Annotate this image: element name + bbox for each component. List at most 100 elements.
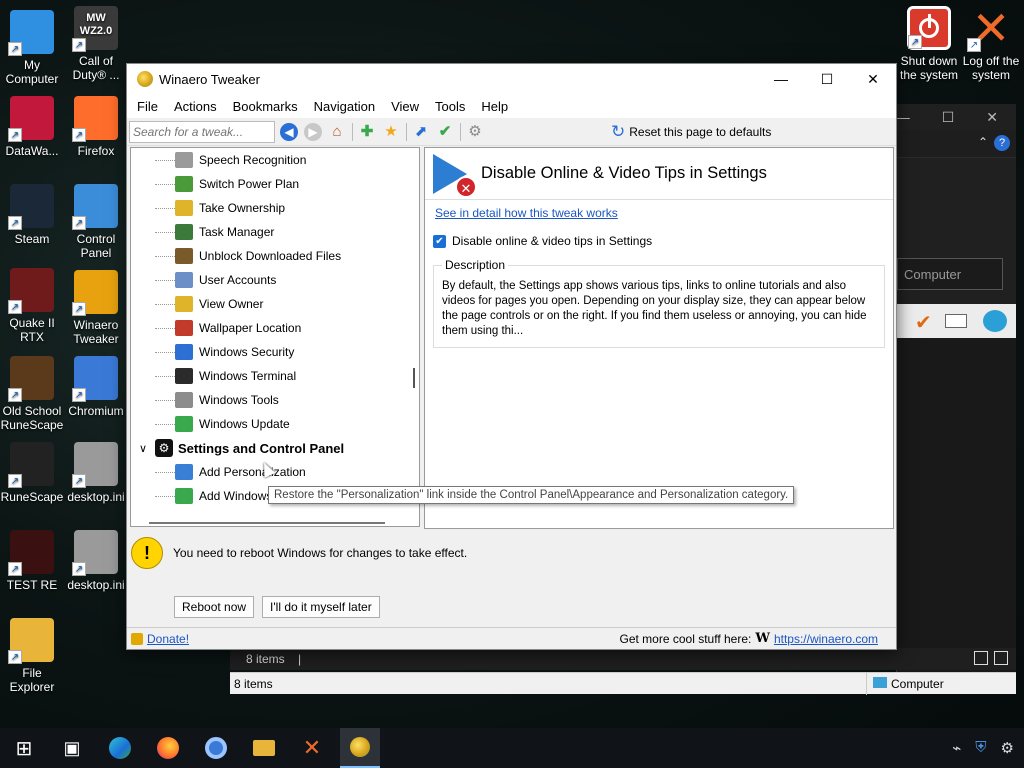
- add-bookmark-icon[interactable]: ✚: [357, 122, 377, 142]
- desktop-icon-label: Shut down the system: [899, 54, 959, 82]
- tree-item[interactable]: User Accounts: [155, 268, 277, 292]
- close-icon[interactable]: ✕: [986, 109, 998, 126]
- logoff-taskbar-icon[interactable]: ✕: [292, 728, 332, 768]
- tree-item[interactable]: Windows Tools: [155, 388, 279, 412]
- desktop-icon-logoff[interactable]: ✕ ↗ Log off the system: [960, 5, 1022, 82]
- tree-item[interactable]: Wallpaper Location: [155, 316, 301, 340]
- tree-item[interactable]: Add Personalization: [155, 460, 306, 484]
- tree-item[interactable]: Add Windows: [155, 484, 273, 508]
- desktop-icon[interactable]: ↗ desktop.ini: [64, 530, 128, 592]
- shortcut-arrow-icon: ↗: [72, 562, 86, 576]
- forward-icon[interactable]: ▶: [303, 122, 323, 142]
- checkmark-icon[interactable]: ✔: [915, 310, 932, 335]
- desktop-icon[interactable]: MW WZ2.0 ↗ Call of Duty® ...: [64, 6, 128, 82]
- star-icon[interactable]: ★: [381, 122, 401, 142]
- edge-icon[interactable]: [100, 728, 140, 768]
- desktop-icon[interactable]: ↗ Old School RuneScape: [0, 356, 64, 432]
- app-shortcut-icon: MW WZ2.0 ↗: [72, 6, 118, 52]
- tree-item-label: User Accounts: [199, 273, 277, 287]
- security-icon[interactable]: ⛨: [975, 739, 986, 757]
- settings-icon[interactable]: ⚙: [1001, 739, 1014, 757]
- reboot-now-button[interactable]: Reboot now: [174, 596, 255, 618]
- tree-item-label: Windows Update: [199, 417, 290, 431]
- maximize-icon[interactable]: ☐: [942, 109, 955, 126]
- checkbox-checked-icon[interactable]: ✔: [433, 234, 446, 248]
- desktop-icon[interactable]: ↗ Firefox: [64, 96, 128, 158]
- reboot-later-button[interactable]: I'll do it myself later: [262, 596, 380, 618]
- tree-horizontal-scrollbar[interactable]: [149, 522, 385, 524]
- winaero-link[interactable]: https://winaero.com: [774, 632, 878, 646]
- network-off-icon[interactable]: ⌁: [952, 739, 961, 757]
- reset-page-button[interactable]: ↻ Reset this page to defaults: [611, 122, 771, 142]
- desktop-icon[interactable]: ↗ Chromium: [64, 356, 128, 418]
- tree-item-label: Add Windows: [199, 489, 273, 503]
- close-button[interactable]: ✕: [850, 64, 896, 94]
- search-input[interactable]: [129, 120, 275, 143]
- tree-item[interactable]: Switch Power Plan: [155, 172, 299, 196]
- tree-group-settings[interactable]: ∨ ⚙ Settings and Control Panel: [131, 436, 344, 460]
- desktop-icon-label: RuneScape: [0, 490, 64, 504]
- more-stuff-label: Get more cool stuff here:: [619, 631, 752, 646]
- apply-check-icon[interactable]: ✔: [435, 122, 455, 142]
- tree-item[interactable]: Windows Security: [155, 340, 294, 364]
- desktop-icon[interactable]: ↗ My Computer: [0, 10, 64, 86]
- desktop-icon[interactable]: ↗ DataWa...: [0, 96, 64, 158]
- desktop-icon-label: DataWa...: [5, 144, 59, 158]
- minimize-button[interactable]: —: [758, 64, 804, 94]
- desktop-icon[interactable]: ↗ Quake II RTX: [0, 268, 64, 344]
- tweak-detail-link[interactable]: See in detail how this tweak works: [435, 206, 618, 220]
- chevron-down-icon[interactable]: ∨: [139, 442, 147, 455]
- desktop-icon[interactable]: ↗ Control Panel: [64, 184, 128, 260]
- home-icon[interactable]: ⌂: [327, 122, 347, 142]
- tooltip: Restore the "Personalization" link insid…: [268, 486, 795, 504]
- winaero-taskbar-icon[interactable]: [340, 728, 380, 768]
- tree-item[interactable]: Speech Recognition: [155, 148, 306, 172]
- tree-item[interactable]: Windows Terminal: [155, 364, 296, 388]
- mail-icon[interactable]: [945, 314, 967, 328]
- menu-item[interactable]: Help: [473, 99, 516, 114]
- task-view-icon[interactable]: ▣: [52, 728, 92, 768]
- minimize-icon[interactable]: —: [896, 109, 910, 125]
- file-explorer-icon[interactable]: [244, 728, 284, 768]
- desktop-icon[interactable]: ↗ TEST RE: [0, 530, 64, 592]
- tree-item[interactable]: Task Manager: [155, 220, 274, 244]
- desktop-icon[interactable]: ↗ Steam: [0, 184, 64, 246]
- tree-item[interactable]: Windows Update: [155, 412, 290, 436]
- description-text: By default, the Settings app shows vario…: [442, 280, 867, 337]
- tree-vertical-scrollbar[interactable]: [413, 368, 415, 388]
- shortcut-icon[interactable]: ⬈: [411, 122, 431, 142]
- menu-item[interactable]: Actions: [166, 99, 225, 114]
- menu-item[interactable]: Navigation: [306, 99, 383, 114]
- explorer-toolbar-strip: ✔: [897, 304, 1016, 338]
- menu-item[interactable]: Bookmarks: [225, 99, 306, 114]
- desktop-icon-label: Winaero Tweaker: [73, 318, 119, 346]
- status-bar: Donate! Get more cool stuff here: W http…: [127, 627, 896, 649]
- back-icon[interactable]: ◀: [279, 122, 299, 142]
- chevron-up-icon[interactable]: ⌃: [978, 135, 988, 149]
- desktop-icon-shutdown[interactable]: ↗ Shut down the system: [898, 6, 960, 82]
- desktop-icon[interactable]: ↗ File Explorer: [0, 618, 64, 694]
- address-field[interactable]: Computer: [897, 258, 1003, 290]
- desktop-icon[interactable]: ↗ desktop.ini: [64, 442, 128, 504]
- tweak-title: Disable Online & Video Tips in Settings: [481, 164, 767, 182]
- tree-item[interactable]: Take Ownership: [155, 196, 285, 220]
- desktop-icon[interactable]: ↗ RuneScape: [0, 442, 64, 504]
- donate-link[interactable]: Donate!: [147, 632, 189, 646]
- desktop-icon[interactable]: ↗ Winaero Tweaker: [64, 270, 128, 346]
- globe-icon[interactable]: [983, 310, 1007, 332]
- tree-item[interactable]: View Owner: [155, 292, 263, 316]
- settings-gear-icon[interactable]: ⚙: [465, 122, 485, 142]
- menu-item[interactable]: File: [129, 99, 166, 114]
- tree-item[interactable]: Unblock Downloaded Files: [155, 244, 341, 268]
- menu-item[interactable]: Tools: [427, 99, 473, 114]
- details-view-icon[interactable]: [974, 651, 988, 665]
- menu-item[interactable]: View: [383, 99, 427, 114]
- maximize-button[interactable]: ☐: [804, 64, 850, 94]
- help-icon[interactable]: ?: [994, 135, 1010, 151]
- tweak-checkbox[interactable]: ✔ Disable online & video tips in Setting…: [433, 234, 893, 248]
- title-bar[interactable]: Winaero Tweaker — ☐ ✕: [127, 64, 896, 94]
- chromium-icon[interactable]: [196, 728, 236, 768]
- firefox-icon[interactable]: [148, 728, 188, 768]
- tiles-view-icon[interactable]: [994, 651, 1008, 665]
- start-button[interactable]: ⊞: [4, 728, 44, 768]
